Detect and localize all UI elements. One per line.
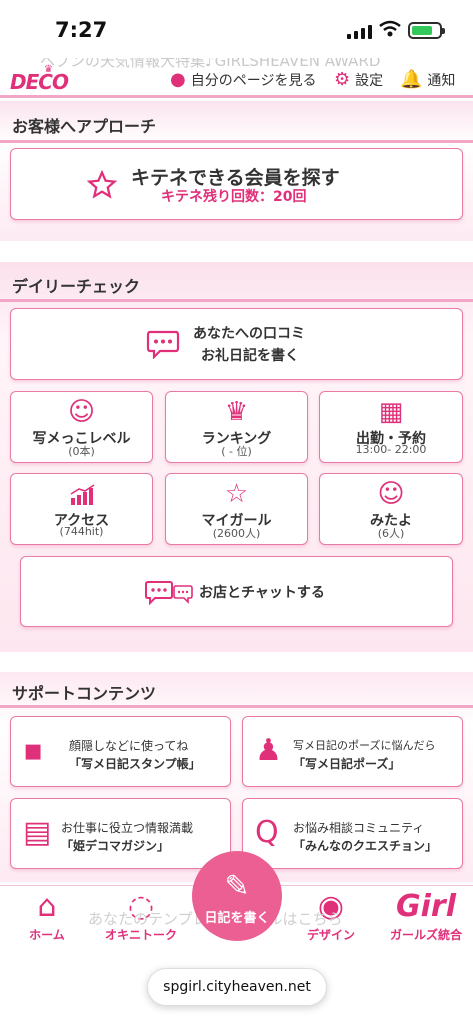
home-icon: ⌂ xyxy=(37,889,57,924)
my-page-link[interactable]: ● 自分のページを見る xyxy=(170,69,316,90)
feature-line2: 「みんなのクエスチョン」 xyxy=(293,839,438,853)
wifi-icon xyxy=(378,20,402,42)
gear-icon: ⚙ xyxy=(334,69,351,90)
write-diary-button[interactable]: ✎ 日記を書く xyxy=(192,851,282,941)
nav-home-label: ホーム xyxy=(29,928,65,942)
nav-girls-label: ガールズ統合 xyxy=(389,928,462,942)
approach-section: お客様へアプローチ キテネできる会員を探す キテネ残り回数：20回 xyxy=(0,101,473,241)
access-tile[interactable]: アクセス (744hit) xyxy=(10,473,153,545)
star-icon xyxy=(87,170,117,199)
questions-community-link[interactable]: Q お悩み相談コミュニティ 「みんなのクエスチョン」 xyxy=(242,798,463,869)
chat-bubbles-icon xyxy=(145,581,193,605)
app-header: ヘブンの天気情報大特集♪GIRLSHEAVEN AWARD DECO ♛ ● 自… xyxy=(0,58,473,98)
remaining-count: キテネ残り回数：20回 xyxy=(161,189,307,205)
section-divider xyxy=(0,140,473,143)
feature-line1: お悩み相談コミュニティ xyxy=(293,821,425,835)
review-line1: あなたへの口コミ xyxy=(193,326,305,342)
diary-pose-link[interactable]: ♟ 写メ日記のポーズに悩んだら 「写メ日記ポーズ」 xyxy=(242,716,463,787)
stamp-icon: ▪ xyxy=(23,733,44,768)
pose-icon: ♟ xyxy=(255,733,282,768)
nav-home[interactable]: ⌂ ホーム xyxy=(0,888,94,943)
logo-crown-icon: ♛ xyxy=(44,64,53,75)
tile-value: 13:00- 22:00 xyxy=(355,443,427,456)
tile-value: ( - 位) xyxy=(221,445,252,458)
notifications-link[interactable]: 🔔 通知 xyxy=(400,69,455,90)
question-icon: Q xyxy=(255,815,279,850)
my-page-label: 自分のページを見る xyxy=(190,72,317,89)
calendar-icon: ▦ xyxy=(378,397,404,427)
feature-line2: 「写メ日記ポーズ」 xyxy=(293,757,401,771)
smile-icon: ☺ xyxy=(377,479,405,509)
bar-chart-icon xyxy=(70,484,95,505)
bell-icon: 🔔 xyxy=(400,69,423,90)
crown-icon: ♛ xyxy=(224,397,249,427)
feature-line1: 顔隠しなどに使ってね xyxy=(69,739,189,753)
shop-chat-label: お店とチャットする xyxy=(199,585,325,601)
feature-line2: 「写メ日記スタンプ帳」 xyxy=(69,757,201,771)
review-diary-button[interactable]: あなたへの口コミ お礼日記を書く xyxy=(10,308,463,380)
approach-title: お客様へアプローチ xyxy=(12,117,157,136)
feature-line1: 写メ日記のポーズに悩んだら xyxy=(293,739,436,752)
ranking-tile[interactable]: ♛ ランキング ( - 位) xyxy=(165,391,308,463)
speech-bubble-icon xyxy=(146,330,180,359)
clock: 7:27 xyxy=(55,18,108,42)
settings-label: 設定 xyxy=(355,72,384,89)
url-bar[interactable]: spgirl.cityheaven.net xyxy=(147,968,327,1006)
star-icon: ☆ xyxy=(224,479,249,509)
deco-logo[interactable]: DECO xyxy=(10,70,69,94)
notifications-label: 通知 xyxy=(427,72,456,89)
tile-value: (2600人) xyxy=(212,527,261,540)
tile-value: (744hit) xyxy=(59,525,104,538)
daily-check-title: デイリーチェック xyxy=(12,277,141,296)
search-members-button[interactable]: キテネできる会員を探す キテネ残り回数：20回 xyxy=(10,148,463,220)
angel-icon: ☺ xyxy=(67,397,96,427)
write-diary-label: 日記を書く xyxy=(204,911,270,926)
battery-icon xyxy=(408,22,445,39)
deco-magazine-link[interactable]: ▤ お仕事に役立つ情報満載 「姫デコマガジン」 xyxy=(10,798,231,869)
status-bar: 7:27 xyxy=(0,0,473,58)
feature-line2: 「姫デコマガジン」 xyxy=(61,839,170,853)
shop-chat-button[interactable]: お店とチャットする xyxy=(20,556,453,627)
pencil-icon: ✎ xyxy=(224,869,250,904)
daily-check-section: デイリーチェック あなたへの口コミ お礼日記を書く ☺ 写メっこレベル (0本)… xyxy=(0,262,473,652)
settings-link[interactable]: ⚙ 設定 xyxy=(334,69,383,90)
feature-line1: お仕事に役立つ情報満載 xyxy=(61,821,194,835)
support-title: サポートコンテンツ xyxy=(12,684,157,703)
mitayo-tile[interactable]: ☺ みたよ (6人) xyxy=(319,473,463,545)
photo-level-tile[interactable]: ☺ 写メっこレベル (0本) xyxy=(10,391,153,463)
person-icon: ● xyxy=(170,69,186,90)
section-divider xyxy=(0,299,473,302)
signal-icon xyxy=(347,25,372,39)
girls-logo-icon: Girl xyxy=(396,889,456,924)
stamp-book-link[interactable]: ▪ 顔隠しなどに使ってね 「写メ日記スタンプ帳」 xyxy=(10,716,231,787)
section-divider xyxy=(0,705,473,708)
tile-value: (6人) xyxy=(377,527,405,540)
review-line2: お礼日記を書く xyxy=(201,348,299,364)
nav-girls[interactable]: Girl ガールズ統合 xyxy=(379,888,473,943)
tile-value: (0本) xyxy=(68,445,95,458)
my-girl-tile[interactable]: ☆ マイガール (2600人) xyxy=(165,473,308,545)
magazine-icon: ▤ xyxy=(23,815,52,850)
schedule-tile[interactable]: ▦ 出勤・予約 13:00- 22:00 xyxy=(319,391,463,463)
